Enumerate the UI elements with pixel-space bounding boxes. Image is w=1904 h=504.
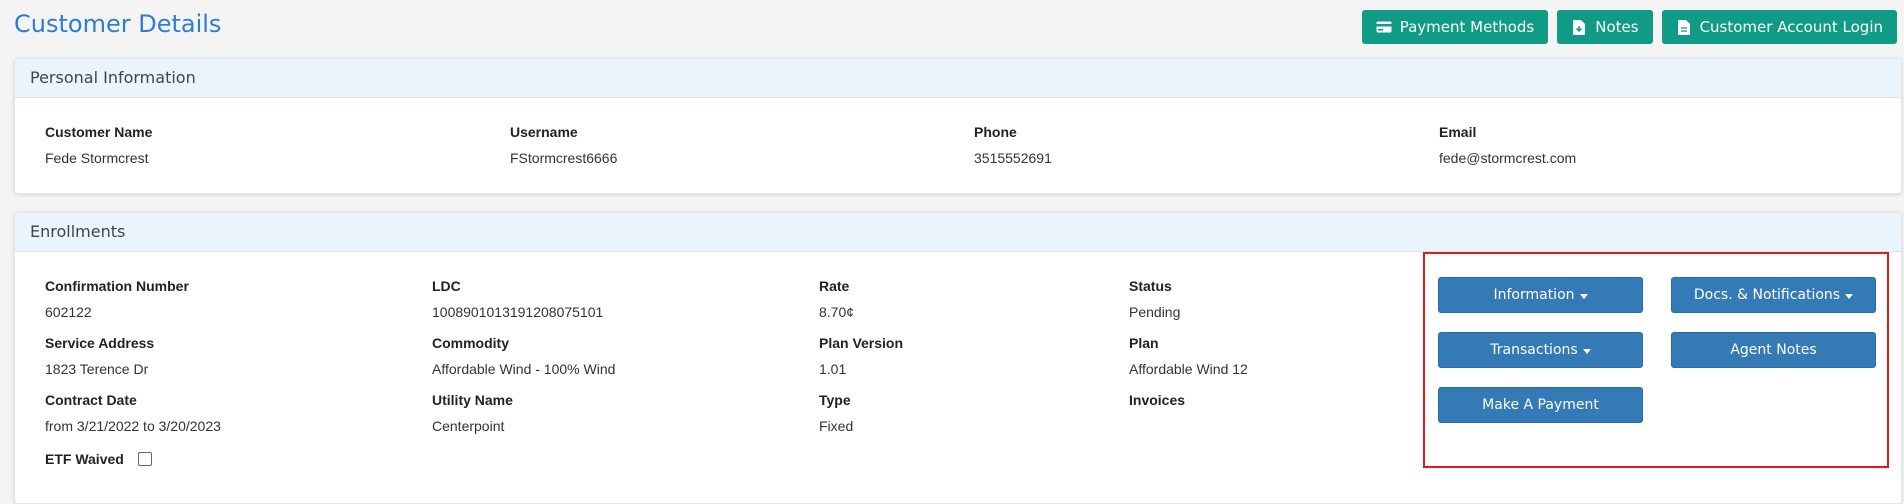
customer-name-field: Customer Name Fede Stormcrest: [45, 124, 152, 166]
rate-field: Rate 8.70¢: [819, 278, 854, 320]
notes-label: Notes: [1595, 18, 1639, 36]
transactions-button-label: Transactions: [1490, 342, 1578, 358]
invoices-label: Invoices: [1129, 392, 1186, 408]
commodity-field: Commodity Affordable Wind - 100% Wind: [432, 335, 615, 377]
enrollments-heading: Enrollments: [15, 213, 1901, 252]
ldc-label: LDC: [432, 278, 461, 294]
type-label: Type: [819, 392, 851, 408]
plan-value: Affordable Wind 12: [1129, 361, 1248, 377]
caret-down-icon: [1582, 348, 1591, 354]
customer-account-login-button[interactable]: Customer Account Login: [1661, 10, 1897, 44]
information-dropdown-button[interactable]: Information: [1438, 277, 1643, 313]
customer-account-login-label: Customer Account Login: [1699, 18, 1883, 36]
docs-notifications-dropdown-button[interactable]: Docs. & Notifications: [1671, 277, 1876, 313]
phone-label: Phone: [974, 124, 1017, 140]
caret-down-icon: [1579, 293, 1588, 299]
file-icon: [1676, 19, 1692, 35]
service-address-field: Service Address 1823 Terence Dr: [45, 335, 154, 377]
status-value: Pending: [1129, 304, 1181, 320]
agent-notes-button[interactable]: Agent Notes: [1671, 332, 1876, 368]
contract-date-label: Contract Date: [45, 392, 137, 408]
ldc-value: 1008901013191208075101: [432, 304, 604, 320]
rate-label: Rate: [819, 278, 850, 294]
payment-methods-button[interactable]: Payment Methods: [1361, 10, 1549, 44]
username-value: FStormcrest6666: [510, 150, 618, 166]
make-payment-button[interactable]: Make A Payment: [1438, 387, 1643, 423]
top-action-bar: Payment Methods Notes Customer Account L…: [1361, 10, 1897, 44]
information-button-label: Information: [1493, 287, 1575, 303]
etf-waived-checkbox[interactable]: [137, 452, 152, 466]
customer-name-value: Fede Stormcrest: [45, 150, 149, 166]
transactions-dropdown-button[interactable]: Transactions: [1438, 332, 1643, 368]
plan-version-field: Plan Version 1.01: [819, 335, 903, 377]
invoices-field: Invoices: [1129, 392, 1185, 408]
contract-date-field: Contract Date from 3/21/2022 to 3/20/202…: [45, 392, 221, 434]
status-label: Status: [1129, 278, 1172, 294]
type-field: Type Fixed: [819, 392, 853, 434]
personal-information-panel: Personal Information Customer Name Fede …: [14, 58, 1902, 194]
page-title: Customer Details: [14, 10, 222, 38]
phone-field: Phone 3515552691: [974, 124, 1052, 166]
credit-card-icon: [1375, 19, 1392, 35]
confirmation-number-value: 602122: [45, 304, 92, 320]
plan-label: Plan: [1129, 335, 1159, 351]
commodity-value: Affordable Wind - 100% Wind: [432, 361, 616, 377]
type-value: Fixed: [819, 418, 854, 434]
phone-value: 3515552691: [974, 150, 1052, 166]
docs-notifications-button-label: Docs. & Notifications: [1693, 287, 1841, 303]
plan-field: Plan Affordable Wind 12: [1129, 335, 1248, 377]
utility-name-label: Utility Name: [432, 392, 513, 408]
email-label: Email: [1439, 124, 1477, 140]
plan-version-value: 1.01: [819, 361, 847, 377]
confirmation-number-field: Confirmation Number 602122: [45, 278, 189, 320]
username-label: Username: [510, 124, 578, 140]
enrollment-actions-highlight: Information Docs. & Notifications Transa…: [1423, 252, 1889, 468]
agent-notes-button-label: Agent Notes: [1730, 342, 1817, 358]
utility-name-field: Utility Name Centerpoint: [432, 392, 513, 434]
file-download-icon: [1571, 19, 1587, 35]
notes-button[interactable]: Notes: [1557, 10, 1653, 44]
make-payment-button-label: Make A Payment: [1482, 397, 1599, 413]
customer-name-label: Customer Name: [45, 124, 153, 140]
commodity-label: Commodity: [432, 335, 509, 351]
etf-waived-row: ETF Waived: [45, 451, 152, 467]
caret-down-icon: [1845, 293, 1854, 299]
utility-name-value: Centerpoint: [432, 418, 505, 434]
rate-value: 8.70¢: [819, 304, 855, 320]
email-value: fede@stormcrest.com: [1439, 150, 1577, 166]
username-field: Username FStormcrest6666: [510, 124, 617, 166]
service-address-label: Service Address: [45, 335, 155, 351]
contract-date-value: from 3/21/2022 to 3/20/2023: [45, 418, 221, 434]
ldc-field: LDC 1008901013191208075101: [432, 278, 603, 320]
payment-methods-label: Payment Methods: [1399, 18, 1535, 36]
email-field: Email fede@stormcrest.com: [1439, 124, 1576, 166]
plan-version-label: Plan Version: [819, 335, 904, 351]
confirmation-number-label: Confirmation Number: [45, 278, 189, 294]
personal-information-heading: Personal Information: [15, 59, 1901, 98]
service-address-value: 1823 Terence Dr: [45, 361, 149, 377]
etf-waived-label: ETF Waived: [45, 451, 124, 467]
status-field: Status Pending: [1129, 278, 1180, 320]
